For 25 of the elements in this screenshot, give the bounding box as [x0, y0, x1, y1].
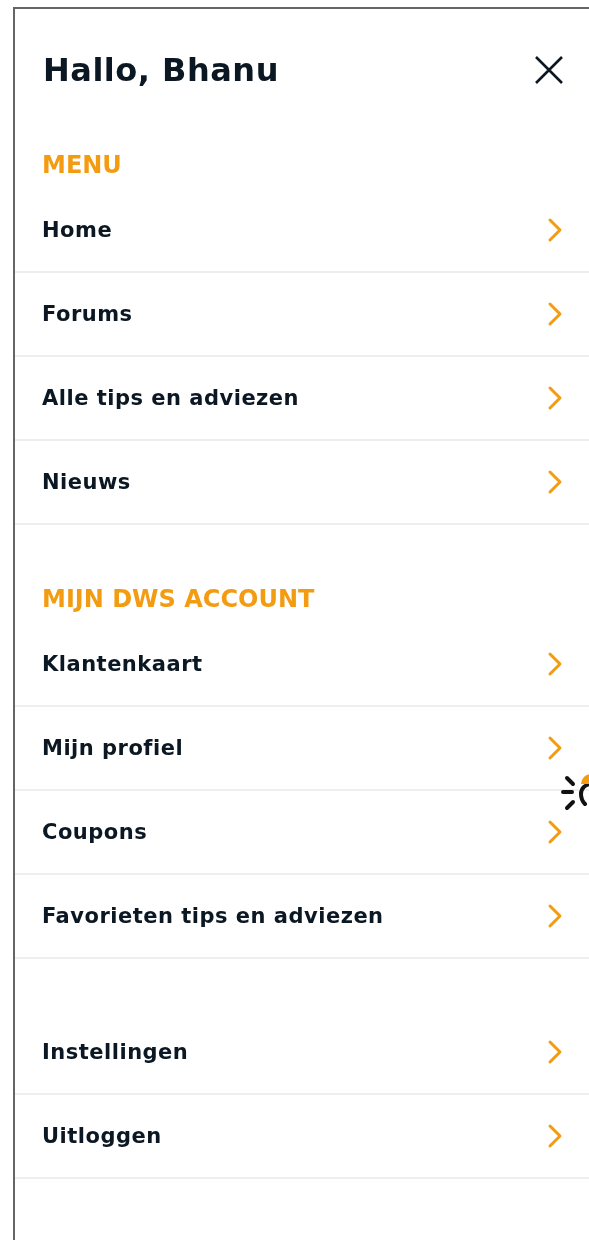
chevron-right-icon	[547, 469, 563, 495]
chevron-right-icon	[547, 385, 563, 411]
close-icon	[533, 54, 565, 86]
menu-item[interactable]: Alle tips en adviezen	[15, 357, 589, 441]
section-heading: MIJN DWS ACCOUNT	[41, 584, 316, 615]
chevron-right-icon	[547, 651, 563, 677]
chevron-right-icon	[547, 217, 563, 243]
menu-item[interactable]: Forums	[15, 273, 589, 357]
menu-item[interactable]: Mijn profiel	[15, 707, 589, 791]
menu-item[interactable]: Coupons	[15, 791, 589, 875]
menu-item[interactable]: Uitloggen	[15, 1095, 589, 1179]
close-button[interactable]	[533, 54, 565, 86]
menu-item[interactable]: Favorieten tips en adviezen	[15, 875, 589, 959]
greeting-title: Hallo, Bhanu	[43, 51, 279, 89]
chevron-right-icon	[547, 1039, 563, 1065]
menu-item[interactable]: Instellingen	[15, 1011, 589, 1095]
chevron-right-icon	[547, 1123, 563, 1149]
menu-item[interactable]: Nieuws	[15, 441, 589, 525]
chevron-right-icon	[547, 735, 563, 761]
chevron-right-icon	[547, 301, 563, 327]
menu-item[interactable]: Home	[15, 189, 589, 273]
section-heading: MENU	[41, 150, 123, 181]
chevron-right-icon	[547, 903, 563, 929]
chevron-right-icon	[547, 819, 563, 845]
menu-item[interactable]: Klantenkaart	[15, 623, 589, 707]
